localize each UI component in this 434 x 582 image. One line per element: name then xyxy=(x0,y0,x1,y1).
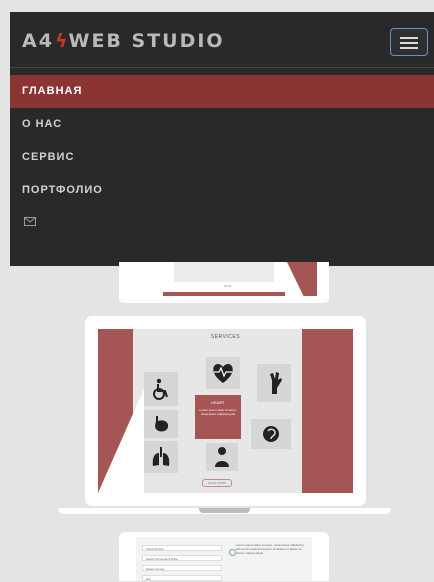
mockup-form-screen: Select Doctor Select Convenient Date Sel… xyxy=(136,537,312,581)
nav-item-label: ГЛАВНАЯ xyxy=(22,85,83,97)
check-icon xyxy=(229,549,236,556)
wheelchair-icon xyxy=(153,378,168,400)
mockup-accent-bar xyxy=(163,292,285,296)
service-tile xyxy=(206,357,240,389)
stomach-icon xyxy=(155,416,169,432)
nav-divider xyxy=(10,67,434,68)
brand-suffix: WEB STUDIO xyxy=(68,30,225,52)
highlight-text: Lorem ipsum dolor sit amet, consectetur … xyxy=(199,408,237,416)
mockup-content-block xyxy=(174,262,274,282)
lightning-icon: ϟ xyxy=(54,30,68,52)
lungs-icon xyxy=(152,447,170,466)
heart-pulse-icon xyxy=(213,364,233,383)
hamburger-icon xyxy=(400,37,418,52)
navbar: A4ϟWEB STUDIO ГЛАВНАЯ О НАС СЕРВИС ПОРТФ… xyxy=(10,12,434,266)
menu-toggle-button[interactable] xyxy=(390,28,428,56)
nav-item-about[interactable]: О НАС xyxy=(10,108,434,141)
laptop-screen: SERVICES HEART Lorem ipsum dolor sit ame… xyxy=(98,329,353,493)
ear-icon xyxy=(263,426,279,442)
nav-item-label: СЕРВИС xyxy=(22,151,75,163)
nav-item-label: ПОРТФОЛИО xyxy=(22,184,103,196)
nav-item-services[interactable]: СЕРВИС xyxy=(10,141,434,174)
service-tile xyxy=(251,419,291,449)
service-tile xyxy=(257,364,291,402)
read-more-button: READ MORE xyxy=(202,479,232,487)
service-tile xyxy=(206,443,238,471)
doctor-icon xyxy=(215,447,229,467)
brand-logo[interactable]: A4ϟWEB STUDIO xyxy=(22,30,225,52)
nav-item-portfolio[interactable]: ПОРТФОЛИО xyxy=(10,174,434,207)
nav-menu: ГЛАВНАЯ О НАС СЕРВИС ПОРТФОЛИО xyxy=(10,75,434,240)
screen-title: SERVICES xyxy=(210,334,241,340)
portfolio-mockup-bottom[interactable]: Select Doctor Select Convenient Date Sel… xyxy=(119,532,329,581)
nav-item-home[interactable]: ГЛАВНАЯ xyxy=(10,75,434,108)
mockup-accent-shape xyxy=(287,262,317,296)
portfolio-mockup-top[interactable]: NOW xyxy=(119,262,329,303)
service-tile-highlight: HEART Lorem ipsum dolor sit amet, consec… xyxy=(195,395,241,439)
form-row: Select County xyxy=(142,565,222,571)
envelope-icon xyxy=(24,217,36,227)
nav-item-label: О НАС xyxy=(22,118,63,130)
brand-prefix: A4 xyxy=(22,30,54,52)
service-tile xyxy=(144,410,178,438)
nav-item-contact[interactable] xyxy=(10,207,434,240)
form-row: Select Doctor xyxy=(142,545,222,551)
highlight-title: HEART xyxy=(211,400,225,405)
form-row: Ent xyxy=(142,575,222,581)
service-tile xyxy=(144,441,178,473)
service-tile xyxy=(144,372,178,406)
hand-icon xyxy=(270,372,282,394)
form-row: Select Convenient Date xyxy=(142,555,222,561)
screen-right-band xyxy=(302,329,353,493)
mockup-footer-text: NOW xyxy=(224,284,232,288)
portfolio-mockup-laptop[interactable]: SERVICES HEART Lorem ipsum dolor sit ame… xyxy=(85,316,366,506)
laptop-notch xyxy=(199,508,250,513)
form-description: Lorem ipsum dolor sit amet, consectetur … xyxy=(236,543,304,555)
